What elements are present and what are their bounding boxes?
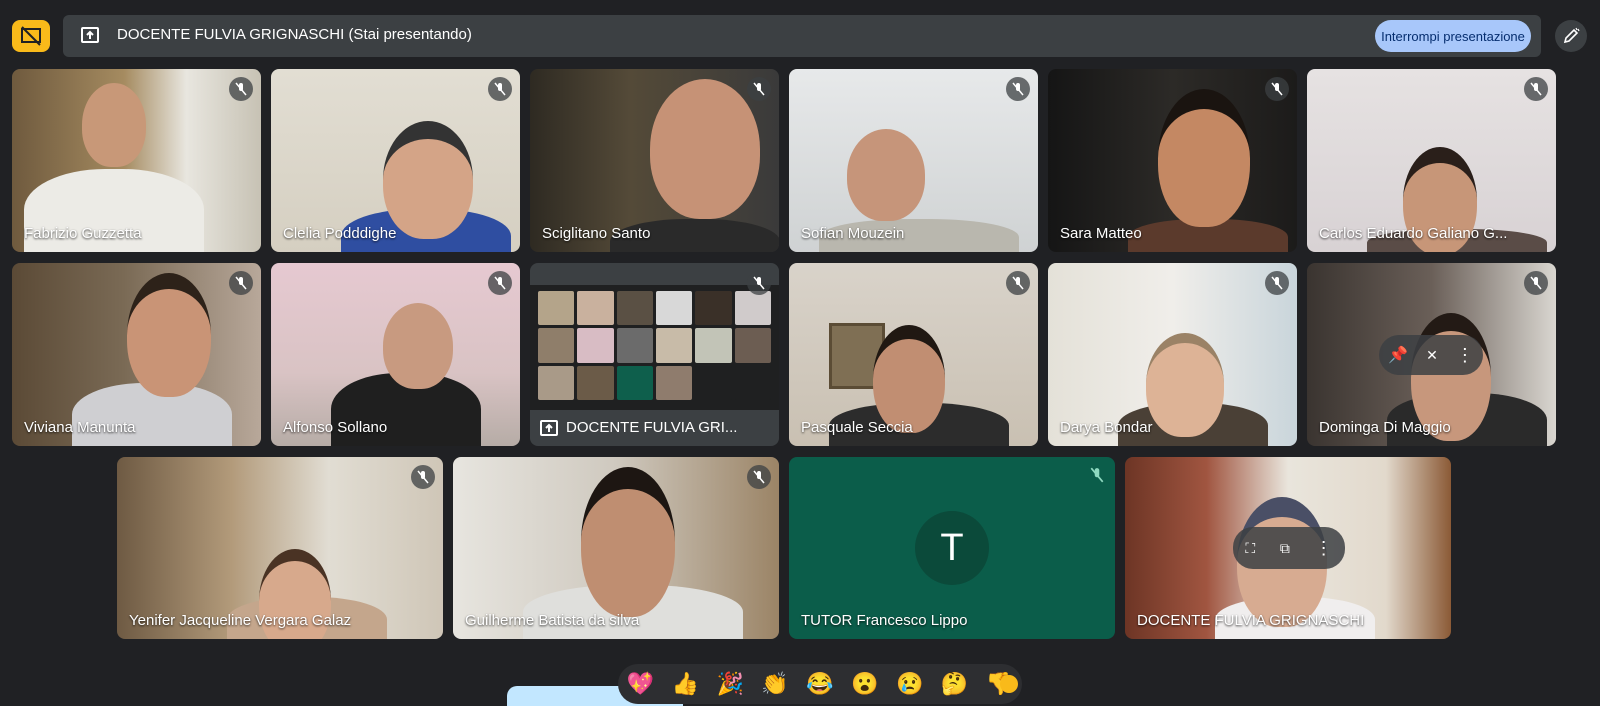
participant-tile[interactable]: Viviana Manunta	[12, 263, 261, 446]
participant-tile[interactable]: Alfonso Sollano	[271, 263, 520, 446]
mic-off-icon	[488, 77, 512, 101]
reaction-surprised[interactable]: 😮	[851, 671, 878, 697]
participant-name: Dominga Di Maggio	[1319, 419, 1451, 436]
presentation-title: DOCENTE FULVIA GRIGNASCHI (Stai presenta…	[117, 26, 472, 43]
mic-off-icon	[488, 271, 512, 295]
participant-tile[interactable]: Darya Bondar	[1048, 263, 1297, 446]
participant-name: Pasquale Seccia	[801, 419, 913, 436]
participant-name: DOCENTE FULVIA GRI...	[566, 419, 738, 436]
mic-off-icon	[411, 465, 435, 489]
participant-name: Clelia Podddighe	[283, 225, 397, 242]
mic-off-icon	[1265, 271, 1289, 295]
annotate-button[interactable]	[1555, 20, 1587, 52]
pin-icon[interactable]: 📌	[1388, 345, 1408, 365]
mic-off-icon	[1524, 77, 1548, 101]
stop-presenting-icon-button[interactable]	[12, 20, 50, 52]
participant-tile[interactable]: Guilherme Batista da silva	[453, 457, 779, 639]
mic-off-icon	[1524, 271, 1548, 295]
participant-name: Sciglitano Santo	[542, 225, 651, 242]
presentation-bar: DOCENTE FULVIA GRIGNASCHI (Stai presenta…	[63, 15, 1541, 57]
participant-name: Alfonso Sollano	[283, 419, 388, 436]
participant-tile[interactable]: Fabrizio Guzzetta	[12, 69, 261, 252]
screen-share-tile[interactable]: DOCENTE FULVIA GRI...	[530, 263, 779, 446]
participant-name: Viviana Manunta	[24, 419, 136, 436]
more-options-icon[interactable]: ⋮	[1456, 345, 1474, 366]
mic-off-icon	[229, 271, 253, 295]
screen-share-label: DOCENTE FULVIA GRI...	[540, 419, 737, 436]
stop-presentation-button[interactable]: Interrompi presentazione	[1375, 20, 1531, 52]
participant-tile[interactable]: Clelia Podddighe	[271, 69, 520, 252]
reaction-heart[interactable]: 💖	[627, 671, 654, 697]
reaction-sad[interactable]: 😢	[896, 671, 923, 697]
participant-name: DOCENTE FULVIA GRIGNASCHI	[1137, 612, 1365, 629]
participant-name: TUTOR Francesco Lippo	[801, 612, 968, 629]
participant-name: Yenifer Jacqueline Vergara Galaz	[129, 612, 352, 629]
mic-off-icon	[747, 271, 771, 295]
screen-share-preview	[538, 291, 771, 400]
presenting-status: (Stai presentando)	[348, 26, 472, 43]
more-options-icon[interactable]: ⋮	[1315, 538, 1333, 559]
participant-tile[interactable]: ⛶ ⧉ ⋮ DOCENTE FULVIA GRIGNASCHI	[1125, 457, 1451, 639]
participant-name: Darya Bondar	[1060, 419, 1153, 436]
present-screen-icon	[540, 419, 558, 436]
skin-tone-selector[interactable]	[1000, 675, 1018, 693]
mic-off-icon	[1006, 271, 1030, 295]
avatar: T	[915, 511, 989, 585]
reaction-clap[interactable]: 👏	[761, 671, 788, 697]
tile-hover-controls: ⛶ ⧉ ⋮	[1233, 527, 1345, 569]
reaction-party[interactable]: 🎉	[716, 671, 743, 697]
participant-name: Carlos Eduardo Galiano G...	[1319, 225, 1508, 242]
reaction-thumbs-up[interactable]: 👍	[672, 671, 699, 697]
reactions-bar: 💖 👍 🎉 👏 😂 😮 😢 🤔 👎	[618, 664, 1022, 704]
participant-tile[interactable]: 📌 ✕ ⋮ Dominga Di Maggio	[1307, 263, 1556, 446]
present-off-icon	[21, 26, 41, 46]
presenter-name: DOCENTE FULVIA GRIGNASCHI	[117, 26, 345, 43]
mic-off-icon	[1006, 77, 1030, 101]
participant-tile[interactable]: Sciglitano Santo	[530, 69, 779, 252]
reaction-thinking[interactable]: 🤔	[941, 671, 968, 697]
participant-tile[interactable]: Sara Matteo	[1048, 69, 1297, 252]
tile-hover-controls: 📌 ✕ ⋮	[1379, 335, 1483, 375]
participant-name: Sofian Mouzein	[801, 225, 905, 242]
mic-off-icon	[747, 77, 771, 101]
reaction-laugh[interactable]: 😂	[806, 671, 833, 697]
add-to-frame-icon[interactable]: ⧉	[1280, 540, 1290, 557]
mic-off-icon	[747, 465, 771, 489]
participant-tile[interactable]: Carlos Eduardo Galiano G...	[1307, 69, 1556, 252]
pencil-icon	[1563, 27, 1580, 44]
present-screen-icon	[81, 27, 99, 43]
participant-tile[interactable]: Pasquale Seccia	[789, 263, 1038, 446]
participant-name: Sara Matteo	[1060, 225, 1142, 242]
participant-name: Guilherme Batista da silva	[465, 612, 640, 629]
mic-off-icon	[1265, 77, 1289, 101]
frame-icon[interactable]: ⛶	[1245, 540, 1255, 557]
participant-tile[interactable]: T TUTOR Francesco Lippo	[789, 457, 1115, 639]
participant-tile[interactable]: Sofian Mouzein	[789, 69, 1038, 252]
mic-off-icon	[229, 77, 253, 101]
participant-tile[interactable]: Yenifer Jacqueline Vergara Galaz	[117, 457, 443, 639]
mic-off-icon[interactable]: ✕	[1426, 347, 1438, 364]
mic-off-icon	[1089, 467, 1105, 488]
participant-name: Fabrizio Guzzetta	[24, 225, 142, 242]
